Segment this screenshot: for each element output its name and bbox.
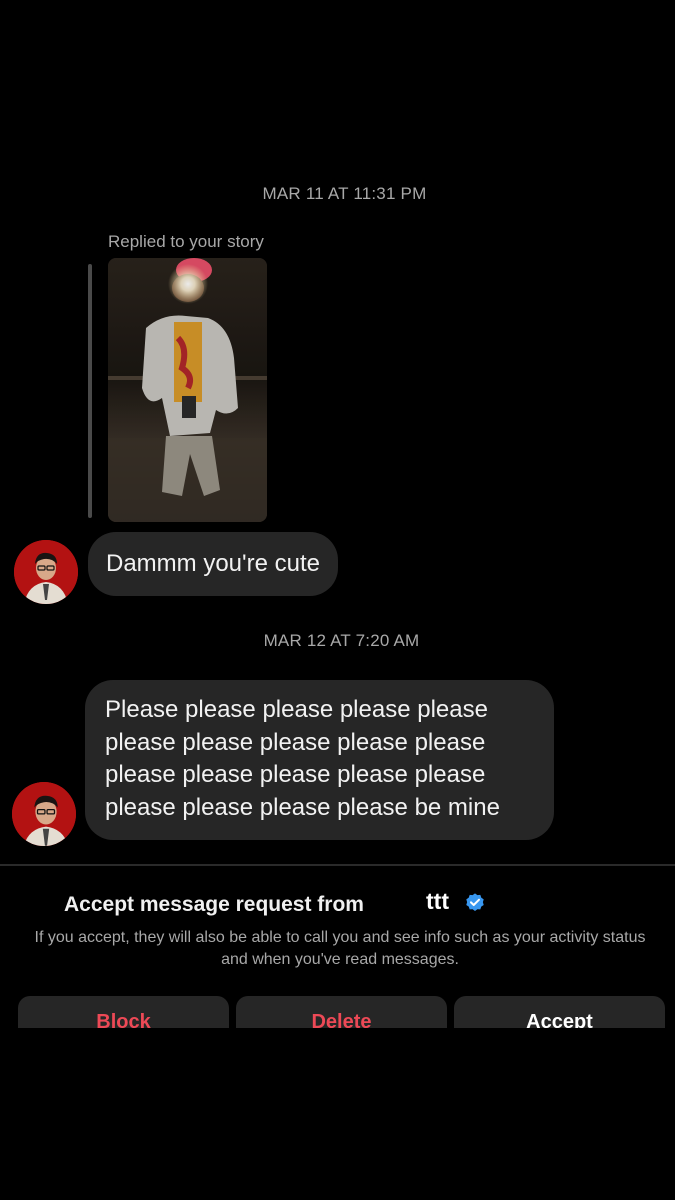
reply-indicator-bar xyxy=(88,264,92,518)
request-actions: Block Delete Accept xyxy=(0,990,675,1028)
block-button[interactable]: Block xyxy=(18,996,229,1028)
accept-button-label: Accept xyxy=(526,1011,593,1028)
accept-button[interactable]: Accept xyxy=(454,996,665,1028)
verified-badge-icon xyxy=(466,893,484,911)
block-button-label: Block xyxy=(96,1011,151,1028)
request-username[interactable]: ttt xyxy=(426,888,449,915)
message-timestamp: MAR 11 AT 11:31 PM xyxy=(262,184,427,203)
section-divider xyxy=(0,864,675,866)
message-bubble[interactable]: Please please please please please pleas… xyxy=(85,680,554,840)
request-title: Accept message request from xyxy=(64,893,364,916)
delete-button[interactable]: Delete xyxy=(236,996,447,1028)
message-bubble[interactable]: Dammm you're cute xyxy=(88,532,338,596)
request-description: If you accept, they will also be able to… xyxy=(34,929,646,968)
story-reply-label: Replied to your story xyxy=(108,232,264,251)
sender-avatar[interactable] xyxy=(12,782,76,846)
story-thumbnail[interactable] xyxy=(108,258,267,522)
sender-avatar[interactable] xyxy=(14,540,78,604)
message-timestamp: MAR 12 AT 7:20 AM xyxy=(263,631,420,650)
delete-button-label: Delete xyxy=(311,1011,372,1028)
